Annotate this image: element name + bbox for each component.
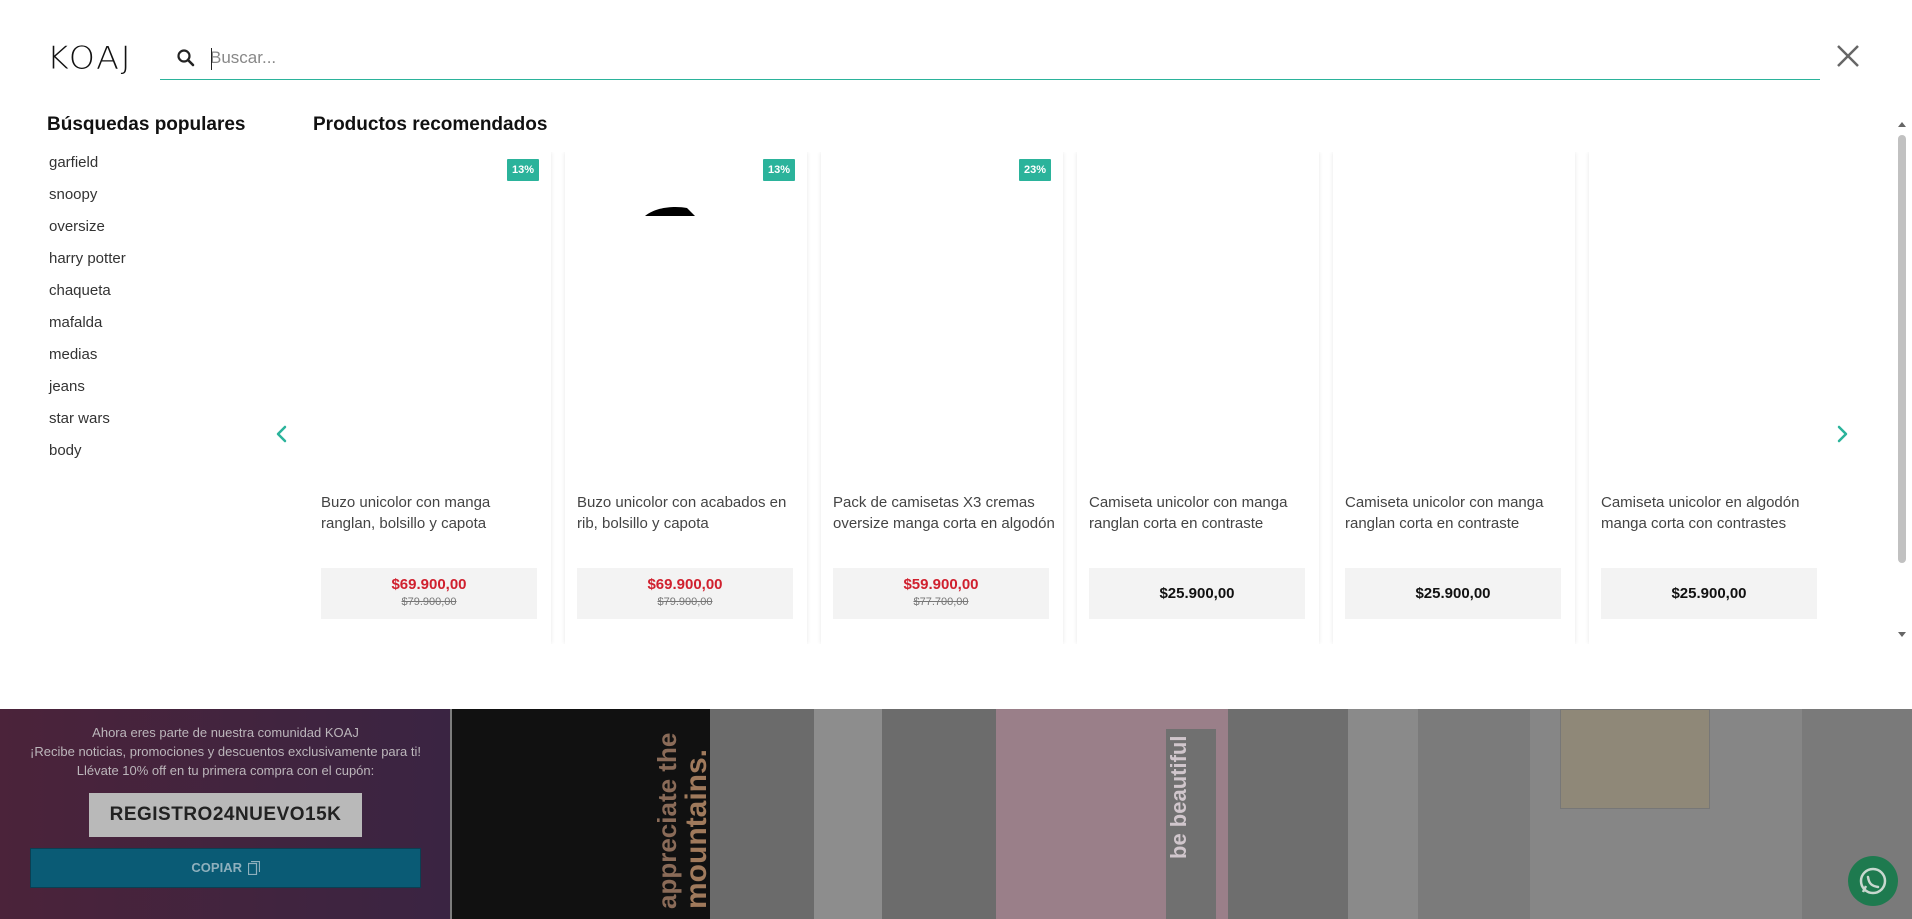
whatsapp-button[interactable] (1848, 856, 1898, 906)
product-image[interactable] (1077, 152, 1319, 482)
popular-search-item[interactable]: garfield (49, 152, 126, 184)
popular-search-item[interactable]: mafalda (49, 312, 126, 344)
scrollbar-thumb[interactable] (1898, 135, 1906, 563)
product-image-fragment (645, 206, 695, 216)
coupon-code: REGISTRO24NUEVO15K (89, 793, 362, 837)
price-box: $59.900,00 $77.700,00 (833, 568, 1049, 619)
product-image[interactable] (1333, 152, 1575, 482)
product-card[interactable]: 13% Buzo unicolor con manga ranglan, bol… (309, 152, 551, 644)
close-icon[interactable] (1834, 42, 1862, 70)
sale-price: $69.900,00 (391, 576, 467, 593)
discount-badge: 23% (1018, 159, 1051, 181)
promo-banner: Ahora eres parte de nuestra comunidad KO… (0, 709, 450, 919)
product-card[interactable]: Camiseta unicolor con manga ranglan cort… (1077, 152, 1319, 644)
product-image[interactable] (309, 152, 551, 482)
banner-tile (1348, 709, 1418, 919)
promo-text: Ahora eres parte de nuestra comunidad KO… (28, 723, 423, 780)
banner-tile (882, 709, 996, 919)
original-price: $79.900,00 (657, 596, 713, 608)
tile-text-1: appreciate the (652, 732, 682, 909)
promo-line-2: ¡Recibe noticias, promociones y descuent… (30, 744, 421, 778)
banner-tile: appreciate the mountains. (452, 709, 713, 919)
banner-tile: be beautiful (996, 709, 1228, 919)
popular-search-item[interactable]: star wars (49, 408, 126, 440)
banner-tile (814, 709, 882, 919)
sale-price: $59.900,00 (903, 576, 979, 593)
tile-text-2: mountains. (680, 748, 713, 909)
price-box: $25.900,00 (1089, 568, 1305, 619)
product-name[interactable]: Buzo unicolor con acabados en rib, bolsi… (577, 492, 799, 534)
price-box: $25.900,00 (1345, 568, 1561, 619)
search-icon (177, 49, 195, 67)
popular-searches-title: Búsquedas populares (47, 114, 246, 135)
product-name[interactable]: Camiseta unicolor con manga ranglan cort… (1345, 492, 1567, 534)
product-name[interactable]: Camiseta unicolor en algodón manga corta… (1601, 492, 1817, 534)
copy-coupon-button[interactable]: COPIAR (30, 848, 421, 888)
popular-search-item[interactable]: jeans (49, 376, 126, 408)
price: $25.900,00 (1159, 585, 1235, 602)
brand-logo[interactable]: KOAJ (47, 39, 133, 76)
product-name[interactable]: Camiseta unicolor con manga ranglan cort… (1089, 492, 1311, 534)
product-image[interactable] (1589, 152, 1817, 482)
chevron-right-icon[interactable] (1832, 422, 1852, 446)
sale-price: $69.900,00 (647, 576, 723, 593)
product-image[interactable] (565, 152, 807, 482)
search-input[interactable] (210, 42, 1790, 74)
product-name[interactable]: Buzo unicolor con manga ranglan, bolsill… (321, 492, 543, 534)
price-box: $25.900,00 (1601, 568, 1817, 619)
search-bar (160, 38, 1820, 80)
price: $25.900,00 (1415, 585, 1491, 602)
tile-text-3: be beautiful (1166, 735, 1191, 859)
popular-search-item[interactable]: harry potter (49, 248, 126, 280)
chevron-left-icon[interactable] (272, 422, 292, 446)
search-overlay: KOAJ Búsquedas populares garfield snoopy… (0, 0, 1912, 709)
popular-searches-list: garfield snoopy oversize harry potter ch… (49, 152, 126, 472)
copy-label: COPIAR (191, 860, 242, 875)
price: $25.900,00 (1671, 585, 1747, 602)
product-card[interactable]: 23% Pack de camisetas X3 cremas oversize… (821, 152, 1063, 644)
banner-tile (1530, 709, 1802, 919)
product-card[interactable]: Camiseta unicolor con manga ranglan cort… (1333, 152, 1575, 644)
popular-search-item[interactable]: chaqueta (49, 280, 126, 312)
popular-search-item[interactable]: body (49, 440, 126, 472)
banner-tile (710, 709, 814, 919)
popular-search-item[interactable]: medias (49, 344, 126, 376)
product-name[interactable]: Pack de camisetas X3 cremas oversize man… (833, 492, 1055, 534)
discount-badge: 13% (506, 159, 539, 181)
recommended-products-title: Productos recomendados (313, 114, 548, 135)
product-image[interactable] (821, 152, 1063, 482)
price-box: $69.900,00 $79.900,00 (321, 568, 537, 619)
promo-line-1: Ahora eres parte de nuestra comunidad KO… (92, 725, 359, 740)
price-box: $69.900,00 $79.900,00 (577, 568, 793, 619)
whatsapp-icon (1859, 867, 1887, 895)
text-caret (211, 48, 212, 70)
scroll-up-arrow[interactable] (1898, 122, 1906, 127)
scroll-down-arrow[interactable] (1898, 632, 1906, 637)
discount-badge: 13% (762, 159, 795, 181)
product-carousel: 13% Buzo unicolor con manga ranglan, bol… (309, 152, 1817, 644)
popular-search-item[interactable]: oversize (49, 216, 126, 248)
popular-search-item[interactable]: snoopy (49, 184, 126, 216)
original-price: $79.900,00 (401, 596, 457, 608)
product-card[interactable]: Camiseta unicolor en algodón manga corta… (1589, 152, 1817, 644)
product-card[interactable]: 13% Buzo unicolor con acabados en rib, b… (565, 152, 807, 644)
banner-tile (1228, 709, 1348, 919)
copy-icon (247, 861, 260, 875)
original-price: $77.700,00 (913, 596, 969, 608)
scrollbar[interactable] (1896, 122, 1908, 637)
